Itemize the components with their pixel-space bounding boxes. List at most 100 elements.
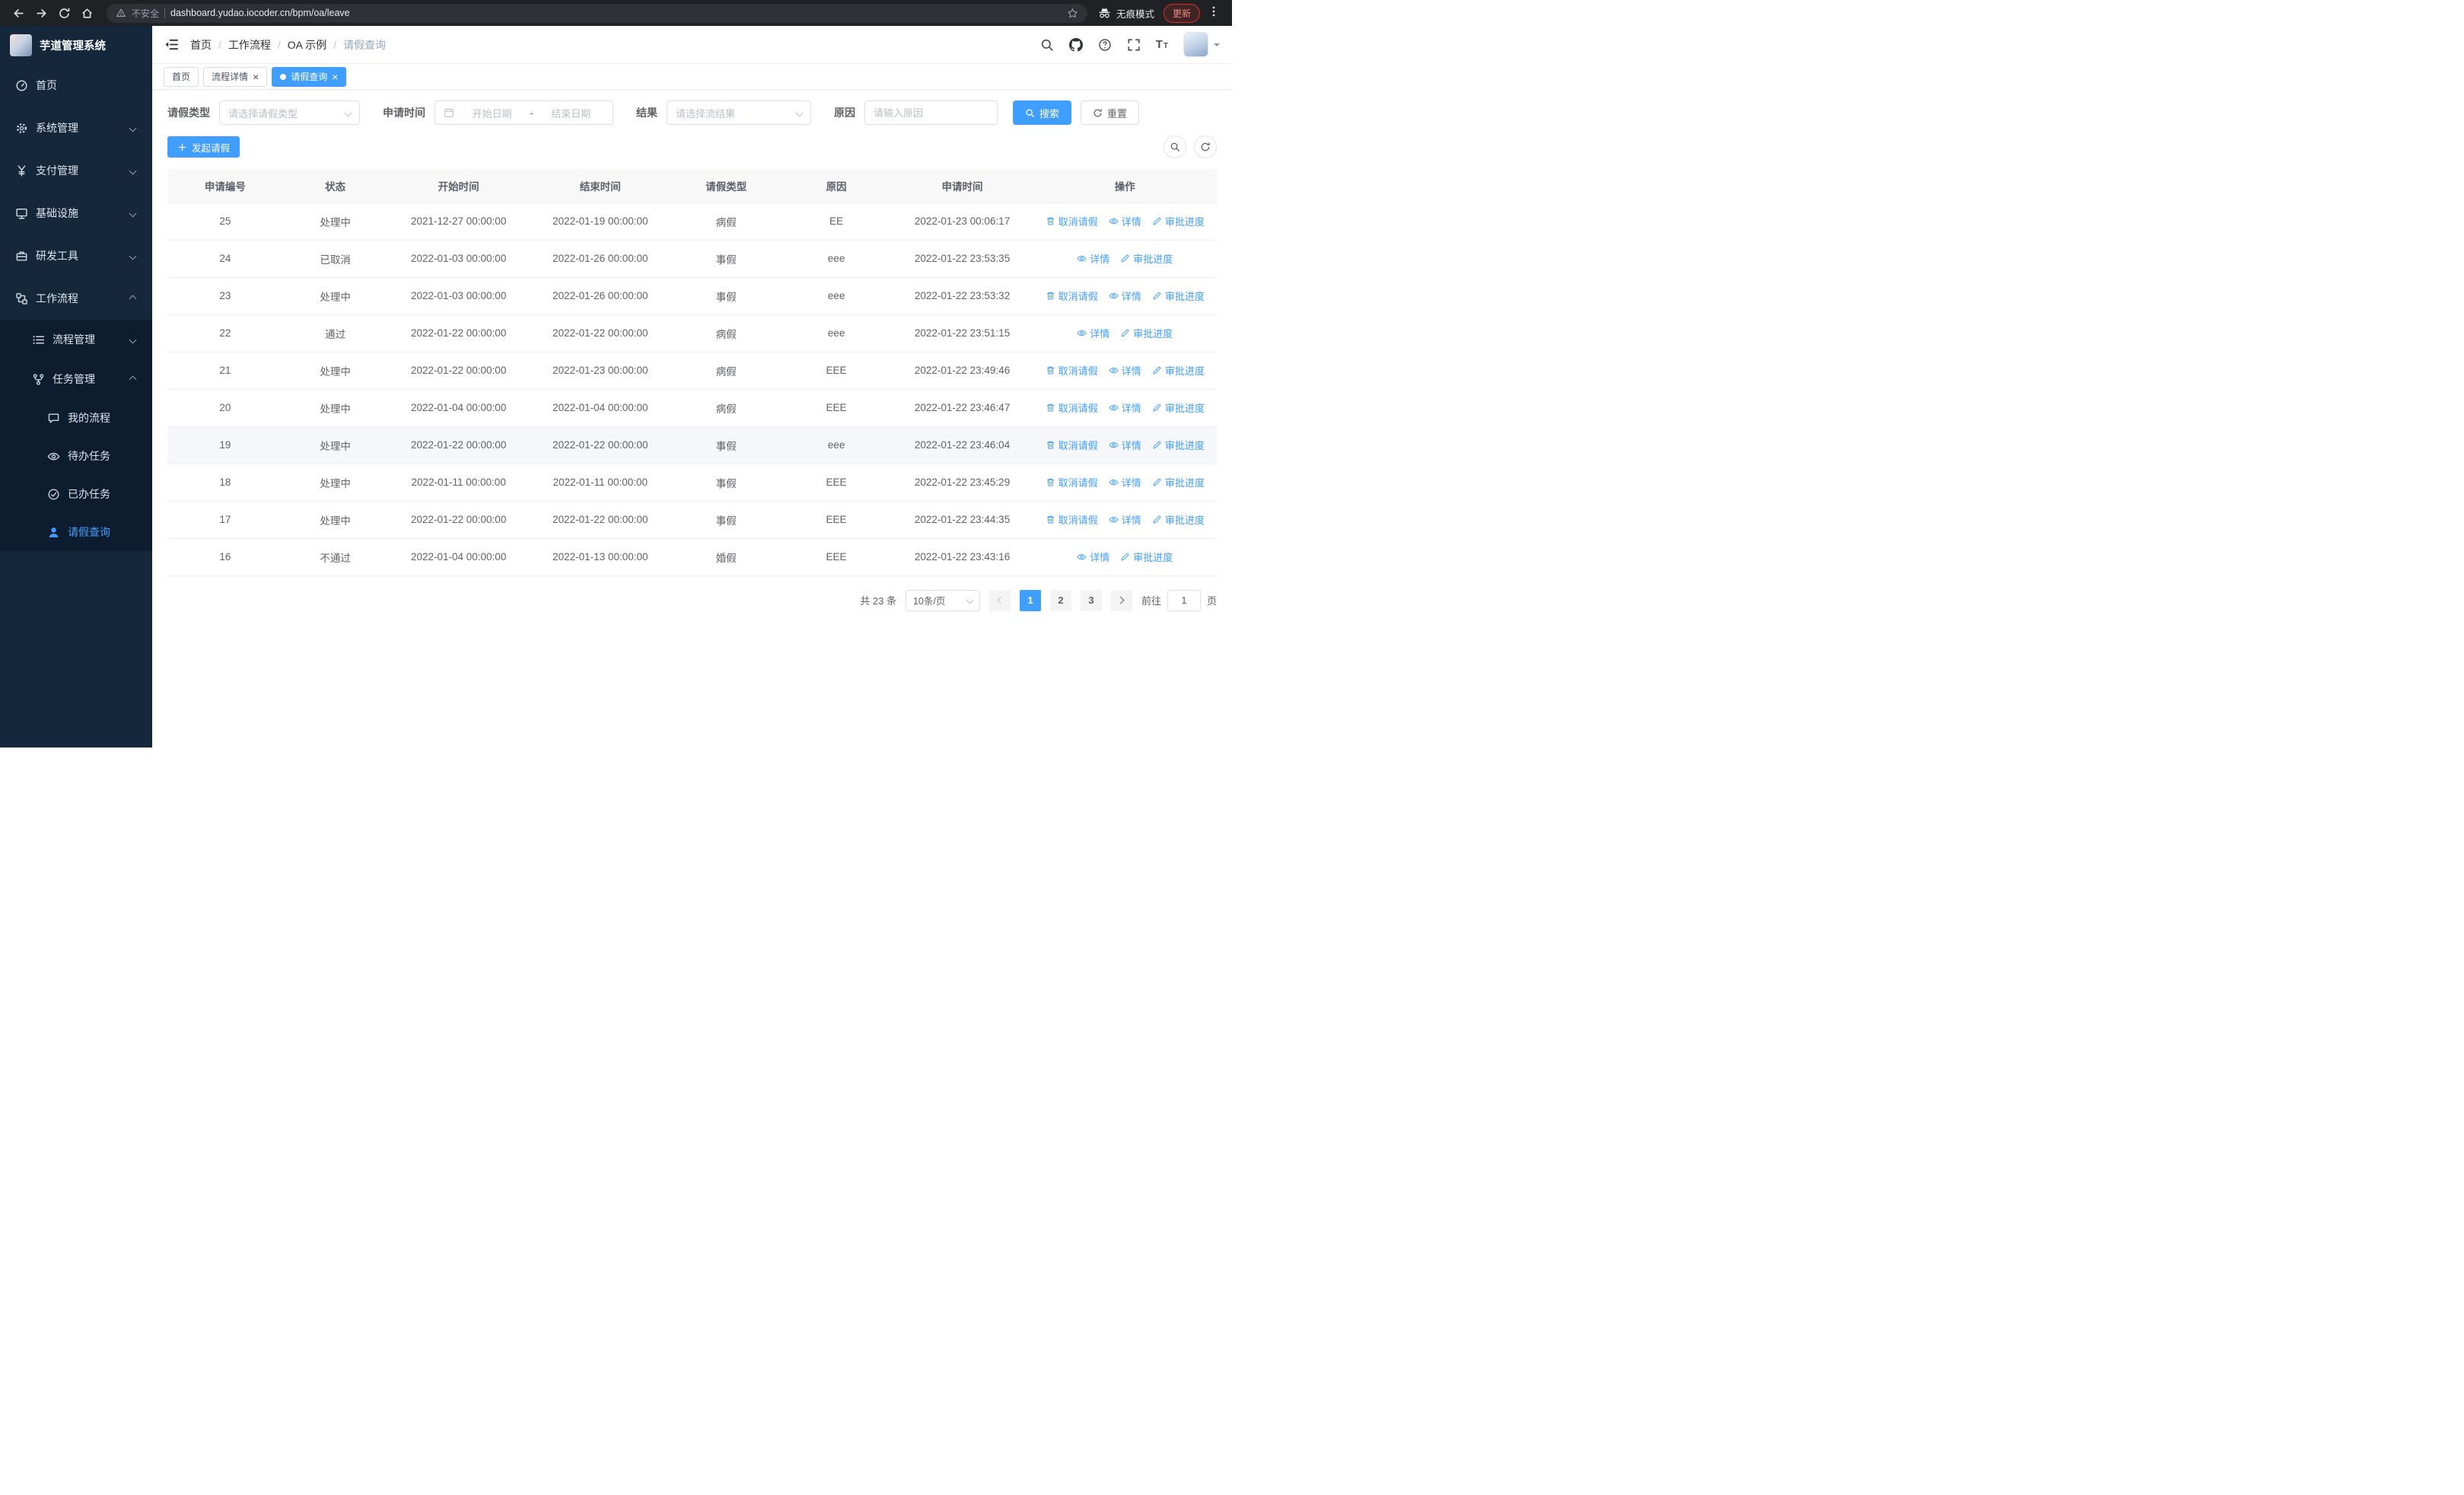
approval-progress-link[interactable]: 审批进度 bbox=[1152, 288, 1205, 303]
sidebar-item-task-mgmt[interactable]: 任务管理 bbox=[0, 359, 152, 399]
leave-type-select[interactable]: 请选择请假类型 bbox=[219, 100, 360, 125]
result-select[interactable]: 请选择流结果 bbox=[667, 100, 811, 125]
col-apply-id: 申请编号 bbox=[167, 169, 283, 203]
reason-input[interactable] bbox=[874, 107, 988, 119]
sidebar-item-workflow[interactable]: 工作流程 bbox=[0, 277, 152, 320]
sidebar-item-done-tasks[interactable]: 已办任务 bbox=[0, 475, 152, 513]
help-icon[interactable] bbox=[1098, 38, 1112, 52]
browser-home-button[interactable] bbox=[78, 4, 96, 22]
detail-link[interactable]: 详情 bbox=[1077, 550, 1109, 564]
cell-actions: 取消请假 详情 审批进度 bbox=[1033, 352, 1217, 390]
page-button-1[interactable]: 1 bbox=[1019, 589, 1041, 611]
detail-link[interactable]: 详情 bbox=[1109, 475, 1141, 489]
toggle-search-button[interactable] bbox=[1164, 135, 1186, 158]
goto-page-input[interactable] bbox=[1167, 589, 1201, 611]
detail-link[interactable]: 详情 bbox=[1109, 512, 1141, 527]
cell-status: 处理中 bbox=[282, 352, 388, 390]
close-icon[interactable] bbox=[253, 72, 259, 82]
detail-link[interactable]: 详情 bbox=[1109, 214, 1141, 228]
sidebar-item-payment-mgmt[interactable]: 支付管理 bbox=[0, 149, 152, 192]
refresh-table-button[interactable] bbox=[1194, 135, 1217, 158]
github-icon[interactable] bbox=[1068, 37, 1083, 52]
eye-icon bbox=[1077, 256, 1087, 262]
breadcrumb-home[interactable]: 首页 bbox=[190, 37, 212, 53]
next-page-button[interactable] bbox=[1110, 589, 1132, 611]
security-label[interactable]: 不安全 bbox=[132, 7, 159, 20]
page-button-2[interactable]: 2 bbox=[1049, 589, 1071, 611]
approval-progress-link[interactable]: 审批进度 bbox=[1152, 512, 1205, 527]
cancel-leave-link[interactable]: 取消请假 bbox=[1046, 288, 1098, 303]
sidebar-item-leave-query[interactable]: 请假查询 bbox=[0, 513, 152, 551]
reset-button[interactable]: 重置 bbox=[1081, 100, 1140, 125]
fullscreen-icon[interactable] bbox=[1127, 38, 1141, 52]
browser-back-button[interactable] bbox=[9, 4, 27, 22]
cell-leave-type: 事假 bbox=[670, 501, 782, 539]
detail-link[interactable]: 详情 bbox=[1109, 400, 1141, 415]
sidebar-item-infrastructure[interactable]: 基础设施 bbox=[0, 192, 152, 234]
close-icon[interactable] bbox=[332, 72, 338, 82]
sidebar-item-my-process[interactable]: 我的流程 bbox=[0, 399, 152, 437]
bookmark-star-icon[interactable] bbox=[1067, 8, 1078, 19]
sidebar-item-process-mgmt[interactable]: 流程管理 bbox=[0, 320, 152, 359]
edit-icon bbox=[1121, 329, 1129, 337]
cancel-leave-link[interactable]: 取消请假 bbox=[1046, 475, 1098, 489]
search-button[interactable]: 搜索 bbox=[1013, 100, 1072, 125]
cancel-leave-link[interactable]: 取消请假 bbox=[1046, 512, 1098, 527]
filter-form: 请假类型 请选择请假类型 申请时间 开始日期 - 结束日期 结果 请选择流结果 … bbox=[167, 100, 1217, 125]
result-label: 结果 bbox=[636, 107, 657, 119]
toolbar: 发起请假 bbox=[167, 135, 1217, 158]
cancel-leave-link[interactable]: 取消请假 bbox=[1046, 400, 1098, 415]
approval-progress-link[interactable]: 审批进度 bbox=[1152, 400, 1205, 415]
chevron-down-icon bbox=[129, 252, 137, 260]
menu-fold-icon[interactable] bbox=[164, 37, 179, 52]
breadcrumb-workflow[interactable]: 工作流程 bbox=[228, 37, 271, 53]
detail-link[interactable]: 详情 bbox=[1109, 438, 1141, 452]
detail-link[interactable]: 详情 bbox=[1109, 363, 1141, 378]
cancel-leave-link[interactable]: 取消请假 bbox=[1046, 214, 1098, 228]
sidebar-item-system-mgmt[interactable]: 系统管理 bbox=[0, 107, 152, 149]
approval-progress-link[interactable]: 审批进度 bbox=[1120, 326, 1173, 340]
tab-home[interactable]: 首页 bbox=[164, 66, 199, 87]
browser-menu-icon[interactable] bbox=[1208, 5, 1223, 21]
approval-progress-link[interactable]: 审批进度 bbox=[1152, 214, 1205, 228]
search-icon[interactable] bbox=[1040, 38, 1054, 52]
apply-time-range-picker[interactable]: 开始日期 - 结束日期 bbox=[435, 100, 613, 125]
address-bar[interactable]: 不安全 dashboard.yudao.iocoder.cn/bpm/oa/le… bbox=[107, 3, 1087, 23]
cell-apply-time: 2022-01-22 23:49:46 bbox=[891, 352, 1033, 390]
cell-apply-id: 19 bbox=[167, 426, 283, 464]
detail-link[interactable]: 详情 bbox=[1077, 251, 1109, 266]
browser-forward-button[interactable] bbox=[32, 4, 50, 22]
user-menu[interactable] bbox=[1183, 32, 1220, 57]
font-size-icon[interactable] bbox=[1156, 39, 1168, 50]
task-fork-icon bbox=[32, 373, 45, 386]
approval-progress-link[interactable]: 审批进度 bbox=[1152, 438, 1205, 452]
sidebar-item-home[interactable]: 首页 bbox=[0, 64, 152, 107]
detail-link[interactable]: 详情 bbox=[1077, 326, 1109, 340]
approval-progress-link[interactable]: 审批进度 bbox=[1152, 363, 1205, 378]
approval-progress-link[interactable]: 审批进度 bbox=[1120, 550, 1173, 564]
col-apply-time: 申请时间 bbox=[891, 169, 1033, 203]
page-button-3[interactable]: 3 bbox=[1080, 589, 1102, 611]
browser-update-button[interactable]: 更新 bbox=[1163, 3, 1200, 23]
sidebar-item-dev-tools[interactable]: 研发工具 bbox=[0, 234, 152, 277]
page-size-select[interactable]: 10条/页 bbox=[905, 589, 980, 611]
approval-progress-link[interactable]: 审批进度 bbox=[1152, 475, 1205, 489]
sidebar-item-todo-tasks[interactable]: 待办任务 bbox=[0, 437, 152, 475]
breadcrumb-oa-example[interactable]: OA 示例 bbox=[288, 37, 326, 53]
approval-progress-link[interactable]: 审批进度 bbox=[1120, 251, 1173, 266]
browser-reload-button[interactable] bbox=[55, 4, 73, 22]
create-leave-button[interactable]: 发起请假 bbox=[167, 136, 240, 158]
cancel-leave-link[interactable]: 取消请假 bbox=[1046, 438, 1098, 452]
cell-apply-time: 2022-01-22 23:46:04 bbox=[891, 426, 1033, 464]
cancel-leave-link[interactable]: 取消请假 bbox=[1046, 363, 1098, 378]
cell-leave-type: 婚假 bbox=[670, 538, 782, 576]
detail-link[interactable]: 详情 bbox=[1109, 288, 1141, 303]
chevron-down-icon bbox=[129, 124, 137, 132]
tab-process-detail[interactable]: 流程详情 bbox=[203, 66, 268, 87]
leave-table: 申请编号 状态 开始时间 结束时间 请假类型 原因 申请时间 操作 25 处理中 2… bbox=[167, 169, 1217, 576]
url-text[interactable]: dashboard.yudao.iocoder.cn/bpm/oa/leave bbox=[170, 8, 350, 18]
prev-page-button[interactable] bbox=[988, 589, 1011, 611]
cell-end-time: 2022-01-13 00:00:00 bbox=[529, 538, 671, 576]
avatar[interactable] bbox=[1183, 32, 1208, 57]
tab-leave-query[interactable]: 请假查询 bbox=[272, 66, 347, 87]
